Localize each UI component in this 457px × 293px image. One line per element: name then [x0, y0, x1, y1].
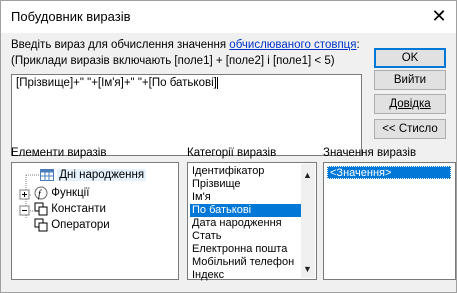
less-button[interactable]: << Стисло: [374, 119, 446, 139]
tree-item-label: Дні народження: [57, 169, 147, 181]
expression-builder-dialog: Побудовник виразів ✕ Введіть вираз для о…: [0, 0, 457, 293]
title-bar: Побудовник виразів ✕: [1, 1, 456, 33]
help-button[interactable]: Довідка: [374, 94, 446, 114]
chevron-up-icon[interactable]: ▲: [303, 170, 312, 180]
categories-label: Категорії виразів: [187, 147, 277, 159]
close-icon[interactable]: ✕: [428, 4, 450, 28]
tree-item-constants[interactable]: Константи: [34, 201, 106, 217]
category-item[interactable]: Прізвище: [190, 178, 312, 191]
chevron-down-icon[interactable]: ▼: [303, 264, 312, 274]
category-item[interactable]: Ідентифікатор: [190, 165, 312, 178]
function-icon: f: [34, 186, 48, 200]
values-list[interactable]: <Значення>: [323, 162, 456, 280]
category-item[interactable]: Індекс: [190, 269, 312, 282]
expression-text: [Прізвище]+" "+[Ім'я]+" "+[По батькові]: [16, 77, 217, 90]
prompt-example: (Приклади виразів включають [поле1] + [п…: [11, 55, 335, 67]
tree-item-birthdays[interactable]: Дні народження: [40, 167, 147, 183]
constants-icon: [34, 202, 48, 216]
category-item[interactable]: Дата народження: [190, 217, 312, 230]
category-item-selected[interactable]: По батькові: [190, 204, 312, 217]
tree-item-label: Оператори: [51, 219, 110, 231]
expression-input[interactable]: [Прізвище]+" "+[Ім'я]+" "+[По батькові]: [11, 74, 362, 156]
tree-item-operators[interactable]: Оператори: [34, 217, 110, 233]
categories-scrollbar[interactable]: ▲ ▼: [301, 164, 315, 278]
prompt-text: Введіть вираз для обчислення значення: [11, 39, 230, 51]
category-item[interactable]: Ім'я: [190, 191, 312, 204]
cancel-button[interactable]: Вийти: [374, 70, 446, 90]
operators-icon: [34, 218, 48, 232]
help-label: Довідка: [389, 98, 431, 110]
calculated-column-link[interactable]: обчислюваного стовпця: [229, 39, 356, 51]
tree-item-label: Константи: [51, 203, 106, 215]
elements-label: Елементи виразів: [11, 147, 107, 159]
table-icon: [40, 168, 54, 181]
category-item[interactable]: Електронна пошта: [190, 243, 312, 256]
elements-tree[interactable]: Дні народження f Функції Константи Опера…: [11, 162, 179, 280]
value-item-selected[interactable]: <Значення>: [327, 166, 451, 179]
category-item[interactable]: Мобільний телефон: [190, 256, 312, 269]
prompt-line-1: Введіть вираз для обчислення значення об…: [11, 39, 360, 51]
prompt-colon: :: [356, 39, 360, 51]
tree-item-label: Функції: [51, 187, 90, 199]
ok-button[interactable]: OK: [374, 48, 446, 68]
text-cursor: [216, 77, 218, 89]
categories-list[interactable]: Ідентифікатор Прізвище Ім'я По батькові …: [187, 162, 317, 282]
values-label: Значення виразів: [323, 147, 417, 159]
tree-item-functions[interactable]: f Функції: [34, 185, 89, 201]
window-title: Побудовник виразів: [11, 9, 131, 24]
category-item[interactable]: Стать: [190, 230, 312, 243]
categories-items: Ідентифікатор Прізвище Ім'я По батькові …: [190, 165, 312, 282]
